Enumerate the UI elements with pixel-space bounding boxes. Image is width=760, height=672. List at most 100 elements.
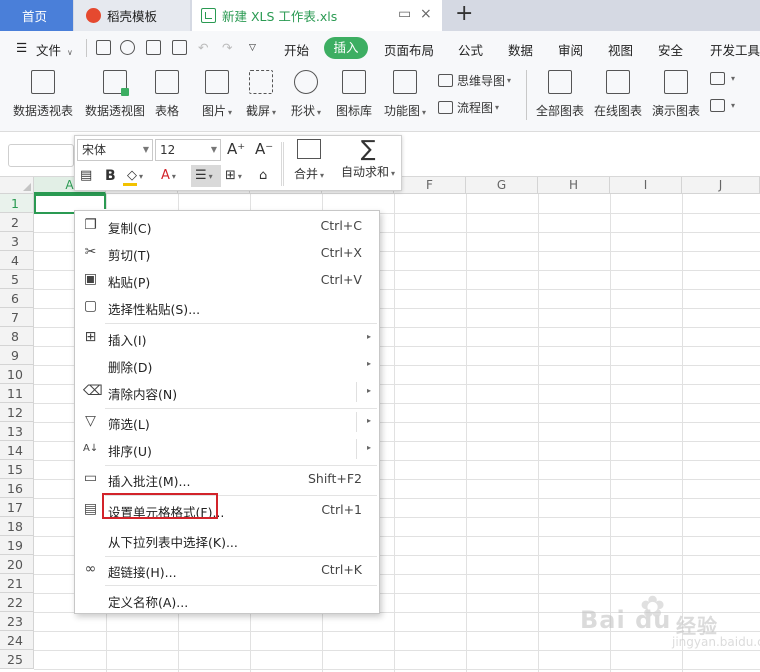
row-header[interactable]: 4 — [0, 251, 34, 270]
new-tab-button[interactable]: + — [455, 1, 473, 26]
row-header[interactable]: 7 — [0, 308, 34, 327]
border-button[interactable]: ⊞ ▾ — [225, 167, 242, 186]
menu-page-layout[interactable]: 页面布局 — [384, 40, 434, 59]
row-header[interactable]: 8 — [0, 327, 34, 346]
menu-file[interactable]: 文件 ∨ — [36, 40, 73, 59]
flowchart-button[interactable]: 流程图 ▾ — [438, 99, 499, 116]
menu-formulas[interactable]: 公式 — [458, 40, 483, 59]
row-header[interactable]: 14 — [0, 441, 34, 460]
column-header-h[interactable]: H — [538, 177, 610, 194]
row-header[interactable]: 23 — [0, 612, 34, 631]
undo-icon[interactable]: ↶ — [198, 40, 208, 55]
row-header[interactable]: 25 — [0, 650, 34, 669]
line-chart-dropdown[interactable]: ▾ — [710, 99, 735, 112]
row-header[interactable]: 24 — [0, 631, 34, 650]
column-chart-dropdown[interactable]: ▾ — [710, 72, 735, 85]
export-icon[interactable] — [120, 40, 135, 55]
quick-access-dropdown-icon[interactable]: ▽ — [249, 43, 256, 53]
fill-color-button[interactable]: ◇ ▾ — [123, 167, 143, 186]
font-size-select[interactable]: 12 ▼ — [155, 139, 221, 161]
row-header[interactable]: 13 — [0, 422, 34, 441]
font-color-button[interactable]: A ▾ — [161, 167, 176, 186]
pivot-chart-button[interactable]: 数据透视图 — [84, 70, 146, 119]
menu-item-format-cells[interactable]: ▤ 设置单元格格式(F)... Ctrl+1 — [75, 493, 379, 523]
save-icon[interactable] — [96, 40, 111, 55]
redo-icon[interactable]: ↷ — [222, 40, 232, 55]
menu-view[interactable]: 视图 — [608, 40, 633, 59]
tab-close-icon[interactable]: × — [420, 6, 432, 22]
function-chart-button[interactable]: 功能图 ▾ — [382, 70, 428, 119]
menu-data[interactable]: 数据 — [508, 40, 533, 59]
row-header[interactable]: 22 — [0, 593, 34, 612]
screenshot-button[interactable]: 截屏 ▾ — [244, 70, 278, 119]
menu-insert[interactable]: 插入 — [324, 37, 368, 59]
merge-cells-button[interactable]: 合并 ▾ — [287, 139, 331, 182]
tab-home[interactable]: 首页 — [0, 0, 73, 31]
autosum-button[interactable]: ∑ 自动求和 ▾ — [335, 139, 401, 180]
row-header[interactable]: 2 — [0, 213, 34, 232]
menu-item-clear-label: 清除内容(N) — [108, 387, 178, 402]
print-icon[interactable] — [146, 40, 161, 55]
picture-button[interactable]: 图片 ▾ — [200, 70, 234, 119]
row-header[interactable]: 19 — [0, 536, 34, 555]
icon-library-button[interactable]: 图标库 — [334, 70, 374, 119]
font-family-select[interactable]: 宋体 ▼ — [77, 139, 153, 161]
menu-item-paste[interactable]: ▣ 粘贴(P) Ctrl+V — [75, 267, 379, 293]
presentation-charts-button[interactable]: 演示图表 — [650, 70, 702, 119]
row-header[interactable]: 10 — [0, 365, 34, 384]
row-header[interactable]: 5 — [0, 270, 34, 289]
select-all-corner[interactable] — [0, 177, 34, 194]
menu-home[interactable]: 开始 — [284, 40, 309, 59]
menu-item-cut[interactable]: ✂ 剪切(T) Ctrl+X — [75, 240, 379, 266]
row-header[interactable]: 20 — [0, 555, 34, 574]
bold-button[interactable]: B — [105, 167, 116, 185]
online-charts-button[interactable]: 在线图表 — [592, 70, 644, 119]
pivot-table-button[interactable]: 数据透视表 — [12, 70, 74, 119]
menu-security[interactable]: 安全 — [658, 40, 683, 59]
menu-item-copy[interactable]: ❐ 复制(C) Ctrl+C — [75, 213, 379, 239]
column-header-j[interactable]: J — [682, 177, 760, 194]
menu-item-paste-special[interactable]: ▢ 选择性粘贴(S)... — [75, 294, 379, 320]
menu-review[interactable]: 审阅 — [558, 40, 583, 59]
menu-item-insert-comment[interactable]: ▭ 插入批注(M)... Shift+F2 — [75, 466, 379, 492]
shape-button[interactable]: 形状 ▾ — [289, 70, 323, 119]
row-header[interactable]: 16 — [0, 479, 34, 498]
menu-item-clear[interactable]: ⌫ 清除内容(N) ▸ — [75, 379, 379, 405]
menu-item-pick-from-list[interactable]: 从下拉列表中选择(K)... — [75, 527, 379, 553]
align-center-button[interactable]: ☰ ▾ — [195, 167, 213, 186]
menu-item-sort[interactable]: A↓ 排序(U) ▸ — [75, 436, 379, 462]
row-header[interactable]: 21 — [0, 574, 34, 593]
mindmap-button[interactable]: 思维导图 ▾ — [438, 72, 511, 89]
row-header[interactable]: 15 — [0, 460, 34, 479]
increase-font-size-button[interactable]: A⁺ — [227, 140, 245, 158]
menu-item-define-name[interactable]: 定义名称(A)... — [75, 587, 379, 613]
menu-item-insert-label: 插入(I) — [108, 333, 147, 348]
row-header[interactable]: 6 — [0, 289, 34, 308]
tab-template[interactable]: 稻壳模板 — [74, 0, 190, 31]
column-header-f[interactable]: F — [394, 177, 466, 194]
row-header[interactable]: 11 — [0, 384, 34, 403]
decrease-font-size-button[interactable]: A⁻ — [255, 140, 273, 158]
column-header-g[interactable]: G — [466, 177, 538, 194]
row-header[interactable]: 12 — [0, 403, 34, 422]
clear-format-icon[interactable]: ⌂ — [259, 167, 267, 185]
hamburger-icon[interactable]: ☰ — [16, 40, 27, 55]
row-header[interactable]: 17 — [0, 498, 34, 517]
row-header[interactable]: 1 — [0, 194, 34, 213]
table-button[interactable]: 表格 — [153, 70, 181, 119]
name-box[interactable] — [8, 144, 74, 167]
all-charts-button[interactable]: 全部图表 — [534, 70, 586, 119]
menu-developer[interactable]: 开发工具 — [710, 40, 760, 59]
menu-item-delete[interactable]: 删除(D) ▸ — [75, 352, 379, 378]
column-header-i[interactable]: I — [610, 177, 682, 194]
tab-document[interactable]: 新建 XLS 工作表.xls ▭ × — [192, 0, 442, 31]
menu-item-insert[interactable]: ⊞ 插入(I) ▸ — [75, 325, 379, 351]
row-header[interactable]: 9 — [0, 346, 34, 365]
menu-item-filter[interactable]: ▽ 筛选(L) ▸ — [75, 409, 379, 435]
menu-item-hyperlink[interactable]: ∞ 超链接(H)... Ctrl+K — [75, 557, 379, 583]
row-header[interactable]: 3 — [0, 232, 34, 251]
format-painter-icon[interactable]: ▤ — [80, 167, 92, 185]
row-header[interactable]: 18 — [0, 517, 34, 536]
print-preview-icon[interactable] — [172, 40, 187, 55]
tab-window-icon[interactable]: ▭ — [398, 6, 411, 22]
